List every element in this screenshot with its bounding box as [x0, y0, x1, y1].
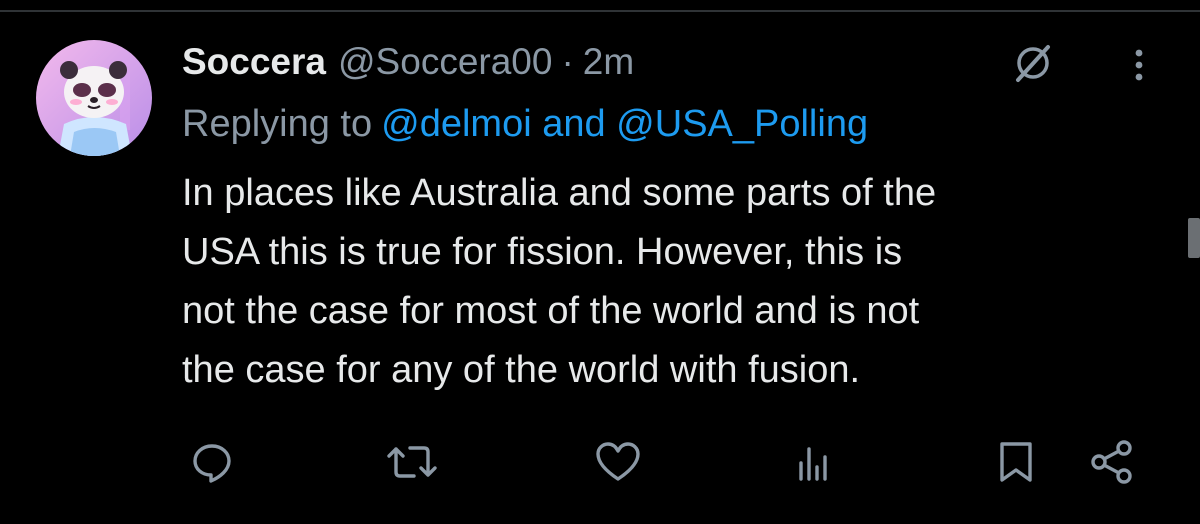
retweet-button[interactable] [386, 436, 438, 488]
tweet-header: Soccera @Soccera00 · 2m [182, 38, 634, 86]
share-icon [1091, 440, 1132, 484]
reply-icon [193, 444, 231, 483]
tweet-actions [0, 436, 1200, 488]
separator-dot: · [561, 41, 574, 82]
share-button[interactable] [1086, 436, 1138, 488]
mention-usa-polling[interactable]: @USA_Polling [616, 103, 868, 145]
views-button[interactable] [788, 436, 840, 488]
reply-button[interactable] [186, 436, 238, 488]
tweet-text-line: USA this is true for fission. However, t… [182, 231, 903, 273]
user-handle[interactable]: @Soccera00 [338, 38, 552, 86]
bookmark-icon [1000, 442, 1032, 482]
tweet-text-line: the case for any of the world with fusio… [182, 349, 861, 391]
timestamp[interactable]: 2m [583, 38, 634, 86]
scrollbar-thumb[interactable] [1188, 218, 1200, 258]
mention-delmoi[interactable]: @delmoi [381, 103, 532, 145]
like-button[interactable] [592, 436, 644, 488]
heart-icon [596, 442, 640, 481]
panda-avatar-image [36, 40, 152, 156]
display-name[interactable]: Soccera [182, 38, 326, 86]
bookmark-button[interactable] [990, 436, 1042, 488]
retweet-icon [387, 446, 437, 478]
top-divider [0, 10, 1200, 12]
tweet-text-line: In places like Australia and some parts … [182, 172, 937, 214]
views-icon [799, 447, 827, 481]
replying-to-label: Replying to [182, 103, 373, 145]
more-vertical-icon[interactable] [1126, 44, 1152, 86]
tweet-text-line: not the case for most of the world and i… [182, 290, 920, 332]
tweet-text: In places like Australia and some parts … [182, 164, 1182, 400]
grok-icon[interactable] [1012, 42, 1054, 84]
avatar[interactable] [36, 40, 152, 156]
replying-to: Replying to @delmoi and @USA_Polling [182, 98, 868, 150]
mention-joiner[interactable]: and [542, 103, 605, 145]
